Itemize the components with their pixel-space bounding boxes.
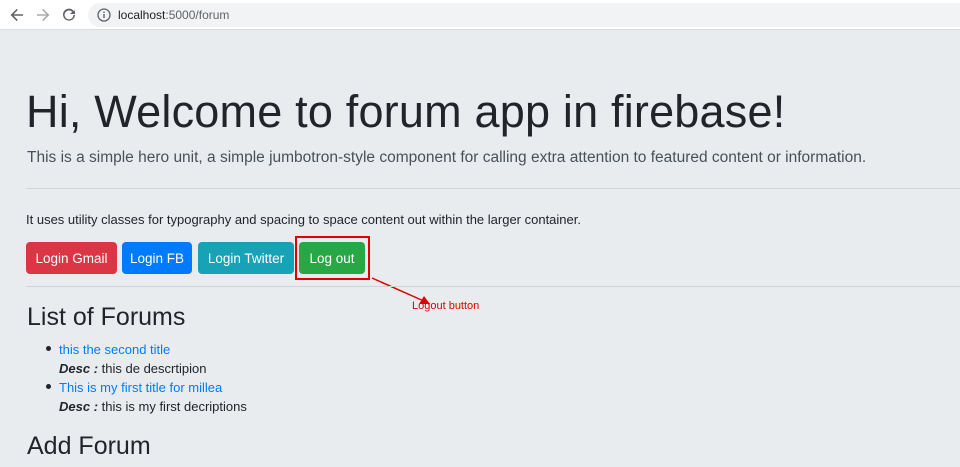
forum-list: this the second title Desc : this de des…: [46, 340, 247, 416]
info-icon[interactable]: [96, 7, 112, 23]
back-arrow-icon[interactable]: [6, 4, 28, 26]
address-bar[interactable]: localhost:5000/forum: [88, 3, 960, 27]
desc-text: this de descrtipion: [101, 361, 207, 376]
divider: [26, 286, 960, 287]
url-host: localhost: [118, 8, 166, 22]
forum-description: Desc : this is my first decriptions: [59, 397, 247, 416]
forum-title-link[interactable]: this the second title: [59, 340, 247, 359]
desc-label: Desc :: [59, 399, 99, 414]
browser-toolbar: localhost:5000/forum: [0, 0, 960, 30]
login-twitter-button[interactable]: Login Twitter: [198, 242, 294, 274]
add-forum-heading: Add Forum: [27, 432, 151, 460]
page-title: Hi, Welcome to forum app in firebase!: [26, 86, 786, 137]
list-item: This is my first title for millea Desc :…: [46, 378, 247, 416]
annotation-label: Logout button: [412, 300, 480, 312]
list-item: this the second title Desc : this de des…: [46, 340, 247, 378]
forum-description: Desc : this de descrtipion: [59, 359, 247, 378]
forward-arrow-icon[interactable]: [32, 4, 54, 26]
login-gmail-button[interactable]: Login Gmail: [26, 242, 117, 274]
reload-icon[interactable]: [58, 4, 80, 26]
bullet-icon: [46, 346, 51, 351]
forum-title-link[interactable]: This is my first title for millea: [59, 378, 247, 397]
forum-list-heading: List of Forums: [27, 303, 186, 331]
divider: [26, 188, 960, 189]
login-fb-button[interactable]: Login FB: [122, 242, 192, 274]
hero-lead-text: This is a simple hero unit, a simple jum…: [27, 149, 867, 166]
info-text: It uses utility classes for typography a…: [26, 212, 581, 227]
url-text: localhost:5000/forum: [118, 8, 229, 22]
annotation-highlight-box: [295, 236, 370, 280]
bullet-icon: [46, 384, 51, 389]
desc-text: this is my first decriptions: [101, 399, 247, 414]
url-path: :5000/forum: [165, 8, 230, 22]
desc-label: Desc :: [59, 361, 99, 376]
